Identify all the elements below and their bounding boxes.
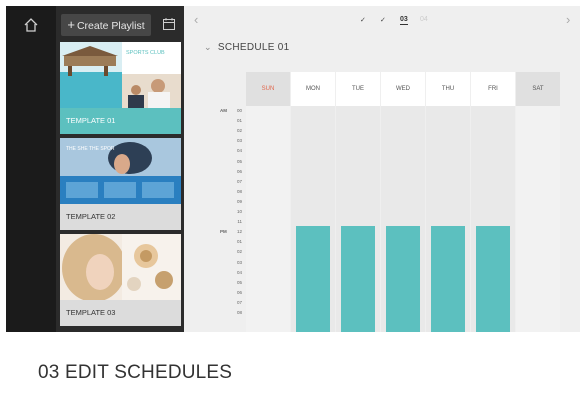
- next-step: 04: [420, 16, 428, 23]
- time-label: 06: [220, 169, 244, 178]
- left-rail: [6, 6, 56, 332]
- hour-number: 00: [236, 108, 242, 113]
- day-column-fri[interactable]: FRI: [471, 72, 515, 332]
- template-card-02[interactable]: THE SHE THE SPOR TEMPLATE 02: [60, 138, 181, 230]
- hour-number: 12: [236, 229, 242, 235]
- week-grid: SUN MON TUE WED THU FRI SAT: [246, 72, 560, 332]
- day-column-mon[interactable]: MON: [291, 72, 335, 332]
- chevron-down-icon: ⌄: [204, 42, 212, 52]
- day-column-sun[interactable]: SUN: [246, 72, 290, 332]
- day-header: THU: [426, 72, 470, 106]
- template-label: TEMPLATE 01: [60, 108, 181, 134]
- schedule-block[interactable]: [431, 226, 465, 332]
- time-label: 07: [220, 179, 244, 188]
- schedule-block[interactable]: [341, 226, 375, 332]
- hour-number: 05: [236, 279, 242, 285]
- time-label: 09: [220, 199, 244, 208]
- time-label: 05: [220, 159, 244, 168]
- plus-icon: +: [67, 17, 75, 32]
- time-label: PM 12: [220, 229, 244, 238]
- template-card-01[interactable]: SPORTS CLUB TEMPLATE 01: [60, 42, 181, 134]
- create-playlist-button[interactable]: + Create Playlist: [61, 14, 151, 36]
- day-header: TUE: [336, 72, 380, 106]
- hour-number: 11: [237, 219, 242, 225]
- am-label: AM: [220, 108, 227, 113]
- hour-number: 08: [236, 310, 242, 315]
- time-label: 06: [220, 290, 244, 299]
- time-label: AM 00: [220, 108, 244, 117]
- hour-number: 03: [236, 259, 242, 265]
- chevron-right-icon[interactable]: ›: [566, 12, 570, 27]
- current-step: 03: [400, 16, 408, 25]
- hour-number: 07: [236, 299, 242, 305]
- create-playlist-label: Create Playlist: [76, 20, 145, 32]
- hour-number: 03: [236, 138, 242, 144]
- time-label: 02: [220, 128, 244, 137]
- playlist-panel: + Create Playlist SPORTS CLUB TEMPLATE 0…: [56, 6, 184, 332]
- step-1-check: ✓: [360, 17, 366, 24]
- hour-number: 01: [236, 239, 242, 245]
- calendar-icon[interactable]: [162, 17, 176, 31]
- schedule-title-text: SCHEDULE 01: [217, 42, 290, 53]
- hour-number: 04: [236, 148, 242, 154]
- template-label: TEMPLATE 03: [60, 300, 181, 326]
- time-label: 10: [220, 209, 244, 218]
- day-header: FRI: [471, 72, 515, 106]
- time-label: 11: [220, 219, 244, 228]
- template-thumbnail: [60, 234, 181, 300]
- day-header: WED: [381, 72, 425, 106]
- day-column-thu[interactable]: THU: [426, 72, 470, 332]
- day-header: SUN: [246, 72, 290, 106]
- time-label: 01: [220, 239, 244, 248]
- day-header: SAT: [516, 72, 560, 106]
- time-label: 08: [220, 310, 244, 319]
- time-label: 02: [220, 249, 244, 258]
- schedule-title[interactable]: ⌄ SCHEDULE 01: [204, 42, 290, 53]
- template-thumbnail: SPORTS CLUB: [60, 42, 181, 108]
- time-label: 03: [220, 260, 244, 269]
- schedule-editor: ‹ ✓ ✓ 03 04 › ⌄ SCHEDULE 01 AM 00 01 02 03 04 0…: [184, 6, 580, 332]
- home-icon[interactable]: [22, 16, 40, 34]
- template-thumbnail: THE SHE THE SPOR: [60, 138, 181, 204]
- day-column-sat[interactable]: SAT: [516, 72, 560, 332]
- time-label: 08: [220, 189, 244, 198]
- hour-number: 07: [236, 178, 242, 184]
- hour-number: 01: [236, 118, 242, 124]
- time-label: 04: [220, 148, 244, 157]
- hour-number: 09: [236, 198, 242, 204]
- schedule-block[interactable]: [296, 226, 330, 332]
- schedule-block[interactable]: [386, 226, 420, 332]
- hour-number: 02: [236, 249, 242, 255]
- template-label: TEMPLATE 02: [60, 204, 181, 230]
- hour-number: 06: [236, 289, 242, 295]
- day-column-tue[interactable]: TUE: [336, 72, 380, 332]
- hour-number: 02: [236, 128, 242, 134]
- chevron-left-icon[interactable]: ‹: [194, 12, 198, 27]
- schedule-block[interactable]: [476, 226, 510, 332]
- time-label: 07: [220, 300, 244, 309]
- app-screenshot: + Create Playlist SPORTS CLUB TEMPLATE 0…: [6, 6, 580, 332]
- time-label: 04: [220, 270, 244, 279]
- page-caption: 03 EDIT SCHEDULES: [38, 362, 233, 383]
- template-card-03[interactable]: TEMPLATE 03: [60, 234, 181, 326]
- hour-number: 08: [236, 188, 242, 194]
- day-header: MON: [291, 72, 335, 106]
- hour-number: 04: [236, 269, 242, 275]
- hour-number: 10: [236, 209, 242, 214]
- time-label: 01: [220, 118, 244, 127]
- step-navigation: ‹ ✓ ✓ 03 04 ›: [184, 6, 580, 36]
- pm-label: PM: [220, 229, 227, 235]
- step-2-check: ✓: [380, 17, 386, 24]
- time-label: 03: [220, 138, 244, 147]
- hour-number: 05: [236, 158, 242, 164]
- day-column-wed[interactable]: WED: [381, 72, 425, 332]
- template-01-brand-text: SPORTS CLUB: [126, 50, 165, 56]
- hour-number: 06: [236, 168, 242, 174]
- template-02-brand-text: THE SHE THE SPOR: [66, 146, 115, 152]
- time-label: 05: [220, 280, 244, 289]
